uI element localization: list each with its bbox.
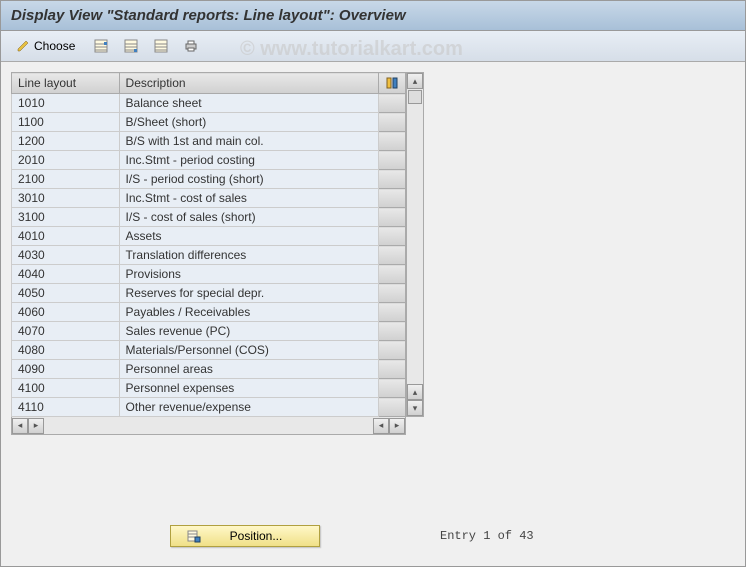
cell-description[interactable]: Personnel expenses — [119, 379, 378, 398]
cell-blank — [378, 322, 405, 341]
cell-layout[interactable]: 4110 — [12, 398, 120, 417]
scroll-right-button[interactable]: ▸ — [389, 418, 405, 434]
cell-blank — [378, 151, 405, 170]
cell-blank — [378, 284, 405, 303]
cell-layout[interactable]: 1200 — [12, 132, 120, 151]
cell-blank — [378, 94, 405, 113]
cell-description[interactable]: B/Sheet (short) — [119, 113, 378, 132]
cell-description[interactable]: Payables / Receivables — [119, 303, 378, 322]
cell-layout[interactable]: 4030 — [12, 246, 120, 265]
position-icon — [187, 529, 201, 543]
table-row[interactable]: 3010Inc.Stmt - cost of sales — [12, 189, 406, 208]
cell-blank — [378, 132, 405, 151]
cell-layout[interactable]: 3010 — [12, 189, 120, 208]
footer: Position... Entry 1 of 43 — [0, 525, 746, 547]
cell-blank — [378, 341, 405, 360]
cell-layout[interactable]: 4010 — [12, 227, 120, 246]
page-title: Display View "Standard reports: Line lay… — [1, 1, 745, 31]
cell-description[interactable]: Sales revenue (PC) — [119, 322, 378, 341]
cell-description[interactable]: B/S with 1st and main col. — [119, 132, 378, 151]
scroll-track[interactable] — [407, 89, 423, 384]
line-layout-table: Line layout Description 1010Balance shee… — [11, 72, 406, 417]
cell-blank — [378, 398, 405, 417]
cell-blank — [378, 303, 405, 322]
position-label: Position... — [209, 529, 303, 543]
scroll-left-button[interactable]: ◂ — [12, 418, 28, 434]
cell-description[interactable]: Reserves for special depr. — [119, 284, 378, 303]
cell-blank — [378, 227, 405, 246]
pencil-icon — [16, 39, 30, 53]
cell-layout[interactable]: 4090 — [12, 360, 120, 379]
scroll-down-button-small[interactable]: ▴ — [407, 384, 423, 400]
position-button[interactable]: Position... — [170, 525, 320, 547]
table-row[interactable]: 4110Other revenue/expense — [12, 398, 406, 417]
table-row[interactable]: 2100I/S - period costing (short) — [12, 170, 406, 189]
cell-description[interactable]: I/S - cost of sales (short) — [119, 208, 378, 227]
col-header-layout[interactable]: Line layout — [12, 73, 120, 94]
table-row[interactable]: 4070Sales revenue (PC) — [12, 322, 406, 341]
table-row[interactable]: 4030Translation differences — [12, 246, 406, 265]
cell-blank — [378, 113, 405, 132]
scroll-down-button[interactable]: ▾ — [407, 400, 423, 416]
table-row[interactable]: 4100Personnel expenses — [12, 379, 406, 398]
cell-description[interactable]: Balance sheet — [119, 94, 378, 113]
table-icon-1[interactable] — [90, 35, 112, 57]
cell-layout[interactable]: 2100 — [12, 170, 120, 189]
cell-blank — [378, 360, 405, 379]
cell-blank — [378, 379, 405, 398]
scroll-up-button[interactable]: ▴ — [407, 73, 423, 89]
cell-blank — [378, 265, 405, 284]
cell-description[interactable]: Personnel areas — [119, 360, 378, 379]
table-icon-3[interactable] — [150, 35, 172, 57]
cell-layout[interactable]: 1100 — [12, 113, 120, 132]
col-header-description[interactable]: Description — [119, 73, 378, 94]
table-row[interactable]: 4010Assets — [12, 227, 406, 246]
scroll-left2-button[interactable]: ▸ — [28, 418, 44, 434]
cell-layout[interactable]: 3100 — [12, 208, 120, 227]
choose-button[interactable]: Choose — [9, 36, 82, 56]
table-row[interactable]: 1200B/S with 1st and main col. — [12, 132, 406, 151]
print-icon[interactable] — [180, 35, 202, 57]
scroll-right2-button[interactable]: ◂ — [373, 418, 389, 434]
cell-blank — [378, 246, 405, 265]
cell-description[interactable]: Other revenue/expense — [119, 398, 378, 417]
content-area: Line layout Description 1010Balance shee… — [1, 62, 745, 445]
vertical-scrollbar[interactable]: ▴ ▴ ▾ — [406, 72, 424, 417]
scroll-thumb[interactable] — [408, 90, 422, 104]
col-header-config[interactable] — [378, 73, 405, 94]
table-icon-2[interactable] — [120, 35, 142, 57]
cell-layout[interactable]: 4040 — [12, 265, 120, 284]
cell-description[interactable]: I/S - period costing (short) — [119, 170, 378, 189]
table-row[interactable]: 1010Balance sheet — [12, 94, 406, 113]
table-row[interactable]: 4050Reserves for special depr. — [12, 284, 406, 303]
cell-description[interactable]: Assets — [119, 227, 378, 246]
toolbar: Choose — [1, 31, 745, 62]
table-row[interactable]: 4080Materials/Personnel (COS) — [12, 341, 406, 360]
cell-layout[interactable]: 4070 — [12, 322, 120, 341]
cell-layout[interactable]: 4050 — [12, 284, 120, 303]
horizontal-scrollbar[interactable]: ◂ ▸ ◂ ▸ — [11, 417, 406, 435]
table-row[interactable]: 1100B/Sheet (short) — [12, 113, 406, 132]
cell-description[interactable]: Materials/Personnel (COS) — [119, 341, 378, 360]
table-row[interactable]: 4040Provisions — [12, 265, 406, 284]
table-row[interactable]: 4090Personnel areas — [12, 360, 406, 379]
cell-layout[interactable]: 1010 — [12, 94, 120, 113]
cell-layout[interactable]: 4060 — [12, 303, 120, 322]
cell-blank — [378, 189, 405, 208]
cell-layout[interactable]: 4080 — [12, 341, 120, 360]
entry-counter: Entry 1 of 43 — [440, 529, 534, 543]
cell-blank — [378, 170, 405, 189]
cell-description[interactable]: Inc.Stmt - cost of sales — [119, 189, 378, 208]
table-row[interactable]: 2010Inc.Stmt - period costing — [12, 151, 406, 170]
cell-blank — [378, 208, 405, 227]
cell-layout[interactable]: 2010 — [12, 151, 120, 170]
cell-layout[interactable]: 4100 — [12, 379, 120, 398]
cell-description[interactable]: Inc.Stmt - period costing — [119, 151, 378, 170]
cell-description[interactable]: Provisions — [119, 265, 378, 284]
choose-label: Choose — [34, 39, 75, 53]
table-row[interactable]: 3100I/S - cost of sales (short) — [12, 208, 406, 227]
cell-description[interactable]: Translation differences — [119, 246, 378, 265]
table-row[interactable]: 4060Payables / Receivables — [12, 303, 406, 322]
